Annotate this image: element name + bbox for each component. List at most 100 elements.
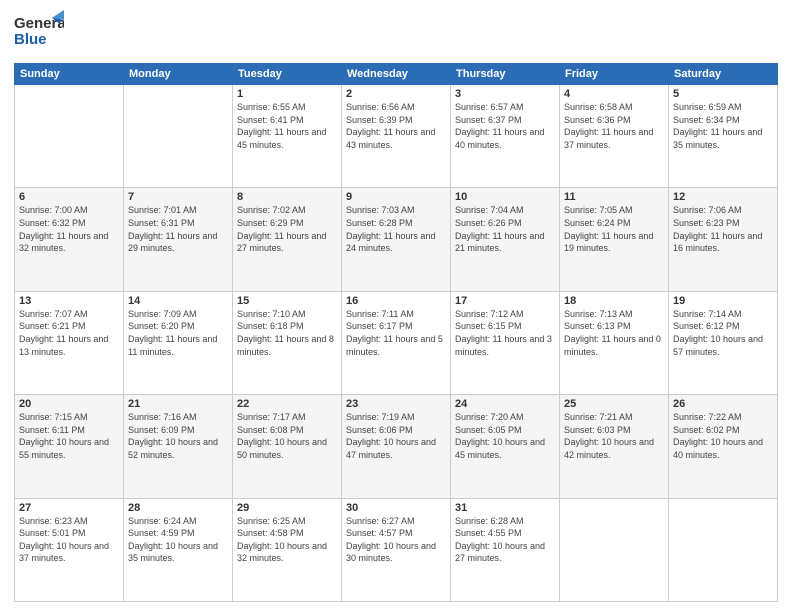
header: General Blue [14, 10, 778, 57]
day-info: Sunrise: 7:20 AMSunset: 6:05 PMDaylight:… [455, 411, 555, 461]
day-info: Sunrise: 6:23 AMSunset: 5:01 PMDaylight:… [19, 515, 119, 565]
day-info: Sunrise: 6:27 AMSunset: 4:57 PMDaylight:… [346, 515, 446, 565]
weekday-header-monday: Monday [124, 64, 233, 85]
day-info: Sunrise: 7:16 AMSunset: 6:09 PMDaylight:… [128, 411, 228, 461]
day-number: 7 [128, 191, 228, 203]
day-number: 3 [455, 88, 555, 100]
day-number: 29 [237, 502, 337, 514]
day-number: 31 [455, 502, 555, 514]
day-number: 13 [19, 295, 119, 307]
day-number: 18 [564, 295, 664, 307]
day-number: 27 [19, 502, 119, 514]
weekday-header-row: SundayMondayTuesdayWednesdayThursdayFrid… [15, 64, 778, 85]
calendar-cell: 8Sunrise: 7:02 AMSunset: 6:29 PMDaylight… [233, 188, 342, 291]
weekday-header-sunday: Sunday [15, 64, 124, 85]
day-info: Sunrise: 7:22 AMSunset: 6:02 PMDaylight:… [673, 411, 773, 461]
weekday-header-friday: Friday [560, 64, 669, 85]
day-info: Sunrise: 7:10 AMSunset: 6:18 PMDaylight:… [237, 308, 337, 358]
day-number: 25 [564, 398, 664, 410]
calendar-cell: 19Sunrise: 7:14 AMSunset: 6:12 PMDayligh… [669, 291, 778, 394]
day-info: Sunrise: 7:17 AMSunset: 6:08 PMDaylight:… [237, 411, 337, 461]
day-info: Sunrise: 7:11 AMSunset: 6:17 PMDaylight:… [346, 308, 446, 358]
calendar-cell: 10Sunrise: 7:04 AMSunset: 6:26 PMDayligh… [451, 188, 560, 291]
weekday-header-saturday: Saturday [669, 64, 778, 85]
calendar-cell: 15Sunrise: 7:10 AMSunset: 6:18 PMDayligh… [233, 291, 342, 394]
logo: General Blue [14, 10, 64, 57]
day-number: 23 [346, 398, 446, 410]
day-number: 12 [673, 191, 773, 203]
calendar-cell: 18Sunrise: 7:13 AMSunset: 6:13 PMDayligh… [560, 291, 669, 394]
calendar-cell: 13Sunrise: 7:07 AMSunset: 6:21 PMDayligh… [15, 291, 124, 394]
calendar-cell: 27Sunrise: 6:23 AMSunset: 5:01 PMDayligh… [15, 498, 124, 601]
day-info: Sunrise: 7:05 AMSunset: 6:24 PMDaylight:… [564, 204, 664, 254]
day-info: Sunrise: 6:57 AMSunset: 6:37 PMDaylight:… [455, 101, 555, 151]
day-number: 2 [346, 88, 446, 100]
day-info: Sunrise: 6:58 AMSunset: 6:36 PMDaylight:… [564, 101, 664, 151]
day-number: 6 [19, 191, 119, 203]
calendar-cell: 12Sunrise: 7:06 AMSunset: 6:23 PMDayligh… [669, 188, 778, 291]
weekday-header-thursday: Thursday [451, 64, 560, 85]
day-info: Sunrise: 7:03 AMSunset: 6:28 PMDaylight:… [346, 204, 446, 254]
calendar-week-row: 27Sunrise: 6:23 AMSunset: 5:01 PMDayligh… [15, 498, 778, 601]
day-number: 16 [346, 295, 446, 307]
day-info: Sunrise: 7:02 AMSunset: 6:29 PMDaylight:… [237, 204, 337, 254]
calendar-cell: 3Sunrise: 6:57 AMSunset: 6:37 PMDaylight… [451, 85, 560, 188]
day-number: 14 [128, 295, 228, 307]
day-info: Sunrise: 6:55 AMSunset: 6:41 PMDaylight:… [237, 101, 337, 151]
page: General Blue SundayMondayTuesdayWednesda… [0, 0, 792, 612]
calendar-week-row: 20Sunrise: 7:15 AMSunset: 6:11 PMDayligh… [15, 395, 778, 498]
day-number: 10 [455, 191, 555, 203]
day-number: 19 [673, 295, 773, 307]
calendar-cell: 30Sunrise: 6:27 AMSunset: 4:57 PMDayligh… [342, 498, 451, 601]
weekday-header-wednesday: Wednesday [342, 64, 451, 85]
day-number: 5 [673, 88, 773, 100]
calendar-cell: 7Sunrise: 7:01 AMSunset: 6:31 PMDaylight… [124, 188, 233, 291]
calendar-cell: 1Sunrise: 6:55 AMSunset: 6:41 PMDaylight… [233, 85, 342, 188]
calendar-cell [15, 85, 124, 188]
calendar-cell: 28Sunrise: 6:24 AMSunset: 4:59 PMDayligh… [124, 498, 233, 601]
day-info: Sunrise: 7:19 AMSunset: 6:06 PMDaylight:… [346, 411, 446, 461]
calendar-cell: 5Sunrise: 6:59 AMSunset: 6:34 PMDaylight… [669, 85, 778, 188]
day-number: 26 [673, 398, 773, 410]
day-number: 28 [128, 502, 228, 514]
svg-text:Blue: Blue [14, 31, 47, 48]
day-info: Sunrise: 6:56 AMSunset: 6:39 PMDaylight:… [346, 101, 446, 151]
day-info: Sunrise: 6:59 AMSunset: 6:34 PMDaylight:… [673, 101, 773, 151]
logo-mark: General Blue [14, 10, 64, 57]
calendar-cell: 9Sunrise: 7:03 AMSunset: 6:28 PMDaylight… [342, 188, 451, 291]
day-info: Sunrise: 7:06 AMSunset: 6:23 PMDaylight:… [673, 204, 773, 254]
calendar-cell: 29Sunrise: 6:25 AMSunset: 4:58 PMDayligh… [233, 498, 342, 601]
calendar-week-row: 6Sunrise: 7:00 AMSunset: 6:32 PMDaylight… [15, 188, 778, 291]
calendar-cell [560, 498, 669, 601]
calendar-cell: 16Sunrise: 7:11 AMSunset: 6:17 PMDayligh… [342, 291, 451, 394]
day-number: 24 [455, 398, 555, 410]
day-number: 20 [19, 398, 119, 410]
day-info: Sunrise: 7:07 AMSunset: 6:21 PMDaylight:… [19, 308, 119, 358]
day-info: Sunrise: 7:09 AMSunset: 6:20 PMDaylight:… [128, 308, 228, 358]
day-info: Sunrise: 6:24 AMSunset: 4:59 PMDaylight:… [128, 515, 228, 565]
calendar-cell [669, 498, 778, 601]
calendar-cell: 22Sunrise: 7:17 AMSunset: 6:08 PMDayligh… [233, 395, 342, 498]
day-number: 21 [128, 398, 228, 410]
calendar-cell: 2Sunrise: 6:56 AMSunset: 6:39 PMDaylight… [342, 85, 451, 188]
day-info: Sunrise: 7:01 AMSunset: 6:31 PMDaylight:… [128, 204, 228, 254]
calendar-cell: 25Sunrise: 7:21 AMSunset: 6:03 PMDayligh… [560, 395, 669, 498]
day-number: 1 [237, 88, 337, 100]
calendar-cell: 31Sunrise: 6:28 AMSunset: 4:55 PMDayligh… [451, 498, 560, 601]
day-info: Sunrise: 7:21 AMSunset: 6:03 PMDaylight:… [564, 411, 664, 461]
day-number: 15 [237, 295, 337, 307]
calendar-week-row: 13Sunrise: 7:07 AMSunset: 6:21 PMDayligh… [15, 291, 778, 394]
calendar-cell: 26Sunrise: 7:22 AMSunset: 6:02 PMDayligh… [669, 395, 778, 498]
day-info: Sunrise: 7:13 AMSunset: 6:13 PMDaylight:… [564, 308, 664, 358]
calendar-cell: 20Sunrise: 7:15 AMSunset: 6:11 PMDayligh… [15, 395, 124, 498]
calendar-cell: 6Sunrise: 7:00 AMSunset: 6:32 PMDaylight… [15, 188, 124, 291]
calendar-cell: 11Sunrise: 7:05 AMSunset: 6:24 PMDayligh… [560, 188, 669, 291]
day-info: Sunrise: 7:00 AMSunset: 6:32 PMDaylight:… [19, 204, 119, 254]
day-info: Sunrise: 6:25 AMSunset: 4:58 PMDaylight:… [237, 515, 337, 565]
calendar-table: SundayMondayTuesdayWednesdayThursdayFrid… [14, 63, 778, 602]
day-info: Sunrise: 7:12 AMSunset: 6:15 PMDaylight:… [455, 308, 555, 358]
calendar-cell: 17Sunrise: 7:12 AMSunset: 6:15 PMDayligh… [451, 291, 560, 394]
day-info: Sunrise: 7:04 AMSunset: 6:26 PMDaylight:… [455, 204, 555, 254]
day-number: 30 [346, 502, 446, 514]
calendar-week-row: 1Sunrise: 6:55 AMSunset: 6:41 PMDaylight… [15, 85, 778, 188]
